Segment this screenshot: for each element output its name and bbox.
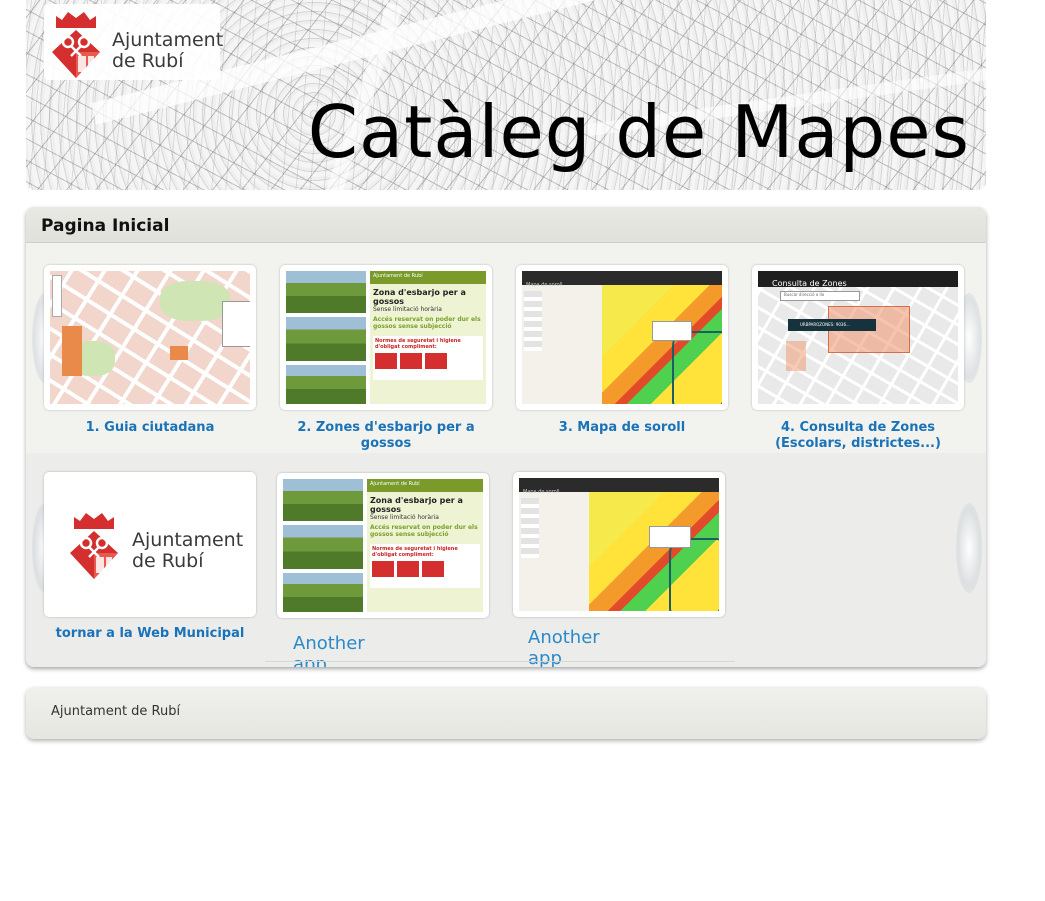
app-thumbnail[interactable]: Consulta de Zones Buscar direcció o llo … <box>752 265 964 410</box>
app-tile-label[interactable]: 3. Mapa de soroll <box>516 420 728 436</box>
panel-header: Pagina Inicial <box>26 207 986 243</box>
noise-map-image: Mapa de soroll <box>519 478 719 611</box>
app-thumbnail[interactable]: Ajuntament de Rubí <box>44 472 256 617</box>
app-thumbnail[interactable]: Ajuntament de Rubí Zona d'esbarjo per a … <box>277 473 489 618</box>
logo-line1: Ajuntament <box>112 29 224 51</box>
dog-zone-poster-image: Ajuntament de Rubí Zona d'esbarjo per a … <box>286 271 486 404</box>
app-thumbnail[interactable]: Mapa de soroll <box>516 265 728 410</box>
row-divider <box>265 661 735 662</box>
panel-title: Pagina Inicial <box>41 216 170 236</box>
main-panel: Pagina Inicial 1. Guia ciutadana Ajuntam… <box>26 207 986 667</box>
app-thumbnail[interactable]: Mapa de soroll <box>513 472 725 617</box>
street-map-image <box>50 271 250 404</box>
app-tile-label[interactable]: 1. Guia ciutadana <box>44 420 256 436</box>
logo-line2: de Rubí <box>112 50 184 73</box>
app-tile-label[interactable]: tornar a la Web Municipal <box>44 626 256 642</box>
noise-map-image: Mapa de soroll <box>522 271 722 404</box>
ajuntament-logo-icon <box>70 513 118 579</box>
app-tile-label[interactable]: 2. Zones d'esbarjo per a gossos <box>280 420 492 452</box>
app-tile-label[interactable]: 4. Consulta de Zones (Escolars, district… <box>752 420 964 452</box>
footer: Ajuntament de Rubí <box>26 687 986 739</box>
app-carousel-row-2: Ajuntament de Rubí tornar a la Web Munic… <box>26 453 986 667</box>
header-logo[interactable]: Ajuntament de Rubí <box>44 4 224 80</box>
dog-zone-poster-image: Ajuntament de Rubí Zona d'esbarjo per a … <box>283 479 483 612</box>
zones-map-image: Consulta de Zones Buscar direcció o llo … <box>758 271 958 404</box>
header-banner: Ajuntament de Rubí Catàleg de Mapes <box>26 0 986 190</box>
app-thumbnail[interactable]: Ajuntament de Rubí Zona d'esbarjo per a … <box>280 265 492 410</box>
footer-text: Ajuntament de Rubí <box>51 704 181 719</box>
shield-icon <box>52 12 100 78</box>
logo-line1: Ajuntament <box>132 529 244 551</box>
carousel-next-arrow-icon[interactable] <box>956 503 982 593</box>
app-thumbnail[interactable] <box>44 265 256 410</box>
app-carousel-row-1: 1. Guia ciutadana Ajuntament de Rubí Zon… <box>26 243 986 453</box>
logo-line2: de Rubí <box>132 550 204 573</box>
page-title: Catàleg de Mapes <box>307 90 970 174</box>
